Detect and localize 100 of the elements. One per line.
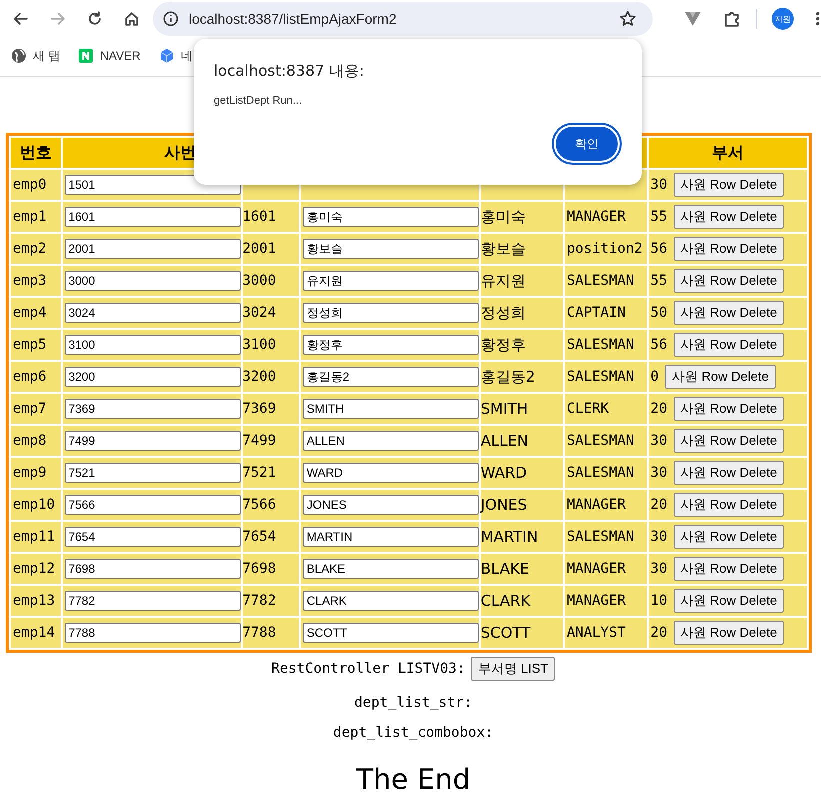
text-field[interactable]: 7499 [64,431,241,451]
home-icon[interactable] [124,11,140,27]
table-cell: emp5 [11,330,61,360]
delete-row-button[interactable]: 사원 Row Delete [674,205,784,229]
text-field[interactable]: 7788 [64,623,241,643]
page-heading: The End [355,763,472,794]
dept-number: 0 [650,369,660,385]
table-cell: 7566 [242,490,299,520]
dialog-message: getListDept Run... [214,95,304,107]
text-field[interactable]: 7521 [64,463,241,483]
text-field[interactable]: 황정후 [302,335,479,355]
dept-number: 56 [650,241,668,257]
table-cell: emp10 [11,490,61,520]
column-header: 부서 [648,138,807,168]
table-cell: SALESMAN [564,458,647,488]
column-header: 번호 [11,138,61,168]
reload-icon[interactable] [87,11,103,27]
delete-row-button[interactable]: 사원 Row Delete [674,461,784,485]
table-cell: 7499 [242,426,299,456]
table-cell: MANAGER [564,554,647,584]
text-field[interactable]: 정성희 [302,303,479,323]
table-cell: MANAGER [564,202,647,232]
text-field[interactable]: 홍길동2 [302,367,479,387]
delete-row-button[interactable]: 사원 Row Delete [674,589,784,613]
delete-row-button[interactable]: 사원 Row Delete [674,269,784,293]
text-field[interactable]: 7566 [64,495,241,515]
table-cell: MARTIN [480,522,563,552]
info-icon [163,11,179,27]
text-field[interactable]: 3200 [64,367,241,387]
table-cell: ANALYST [564,618,647,648]
back-icon[interactable] [13,11,29,27]
table-cell: MANAGER [564,586,647,616]
delete-row-button[interactable]: 사원 Row Delete [674,621,784,645]
table-cell: CLARK [480,586,563,616]
delete-row-button[interactable]: 사원 Row Delete [674,301,784,325]
table-cell: WARD [480,458,563,488]
table-cell: 정성희 [480,298,563,328]
dept-number: 55 [650,209,668,225]
menu-icon[interactable] [815,11,821,27]
bookmark[interactable]: 새 탭 [11,48,60,64]
text-field[interactable]: WARD [302,463,479,483]
table-cell: emp9 [11,458,61,488]
table-cell: emp13 [11,586,61,616]
table-cell: emp14 [11,618,61,648]
cube-icon [158,48,175,64]
text-field[interactable]: MARTIN [302,527,479,547]
text-field[interactable]: JONES [302,495,479,515]
table-cell: 3200 [242,362,299,392]
text-field[interactable]: 7654 [64,527,241,547]
delete-row-button[interactable]: 사원 Row Delete [674,525,784,549]
text-field[interactable]: SMITH [302,399,479,419]
text-field[interactable]: CLARK [302,591,479,611]
dialog-title: localhost:8387 내용: [214,62,364,81]
text-field[interactable]: SCOTT [302,623,479,643]
text-field[interactable]: 3024 [64,303,241,323]
text-field[interactable]: 유지원 [302,271,479,291]
bookmark[interactable]: NAVER [78,48,141,64]
delete-row-button[interactable]: 사원 Row Delete [674,429,784,453]
text-field[interactable]: 7782 [64,591,241,611]
text-field[interactable]: 1601 [64,207,241,227]
table-cell: SMITH [480,394,563,424]
table-cell: emp1 [11,202,61,232]
text-field[interactable]: 7698 [64,559,241,579]
dept-number: 30 [650,529,668,545]
text-field[interactable]: BLAKE [302,559,479,579]
table-cell: SALESMAN [564,330,647,360]
text-field[interactable]: 2001 [64,239,241,259]
text-field[interactable]: ALLEN [302,431,479,451]
text-field[interactable]: 3000 [64,271,241,291]
output-label: dept_list_combobox: [332,725,495,741]
rest-label: RestController LISTV03: [272,661,466,677]
v-icon[interactable] [684,11,702,27]
table-cell: position2 [564,234,647,264]
output-label: dept_list_str: [353,695,474,711]
delete-row-button[interactable]: 사원 Row Delete [674,333,784,357]
puzzle-icon[interactable] [723,10,742,28]
table-cell: 7521 [242,458,299,488]
ok-button[interactable]: 확인 [554,125,620,163]
delete-row-button[interactable]: 사원 Row Delete [674,397,784,421]
text-field[interactable]: 황보슬 [302,239,479,259]
table-cell: 3024 [242,298,299,328]
delete-row-button[interactable]: 사원 Row Delete [674,173,784,197]
delete-row-button[interactable]: 사원 Row Delete [674,237,784,261]
table-cell: emp7 [11,394,61,424]
star-icon[interactable] [619,10,638,28]
profile-avatar[interactable]: 지원 [772,8,794,30]
address-bar[interactable]: localhost:8387/listEmpAjaxForm2 [153,2,654,36]
naver-icon [78,48,94,64]
table-cell: 홍길동2 [480,362,563,392]
bookmark[interactable]: 네 [158,48,193,64]
delete-row-button[interactable]: 사원 Row Delete [665,365,776,389]
table-cell: emp4 [11,298,61,328]
text-field[interactable]: 3100 [64,335,241,355]
delete-row-button[interactable]: 사원 Row Delete [674,493,784,517]
delete-row-button[interactable]: 사원 Row Delete [674,557,784,581]
text-field[interactable]: 홍미숙 [302,207,479,227]
text-field[interactable]: 7369 [64,399,241,419]
dept-list-button[interactable]: 부서명 LIST [471,657,556,681]
table-cell: emp6 [11,362,61,392]
table-cell: emp8 [11,426,61,456]
